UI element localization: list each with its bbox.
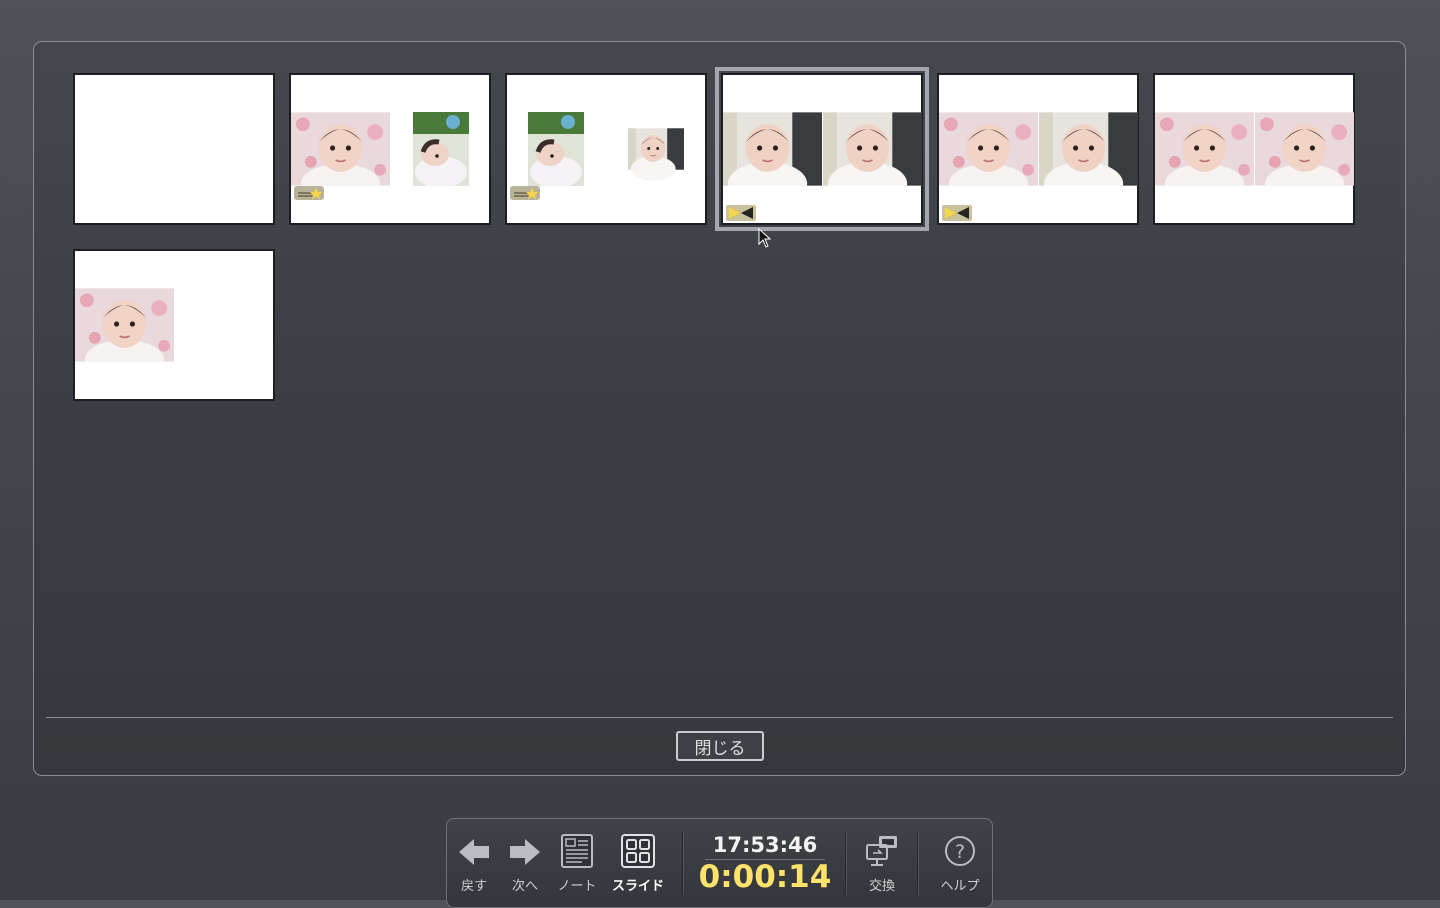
toolbar-separator — [845, 831, 847, 895]
help-button[interactable]: ? ヘルプ — [940, 836, 980, 894]
slide-photo — [1155, 112, 1254, 186]
slide-thumbnail-2[interactable] — [289, 73, 491, 225]
presenter-toolbar: 戻す 次へ ノート スライド 17:53:46 0:00:14 交換 ? ヘルプ — [446, 818, 993, 908]
slide-button[interactable]: スライド — [612, 834, 664, 894]
slide-photo — [1255, 112, 1354, 186]
swap-label: 交換 — [868, 879, 896, 894]
slide-photo — [75, 288, 174, 362]
elapsed-timer[interactable]: 0:00:14 — [697, 859, 833, 895]
swap-display-button[interactable]: 交換 — [865, 836, 899, 894]
toolbar-separator — [682, 831, 684, 895]
arrow-left-icon — [459, 839, 489, 865]
svg-text:?: ? — [955, 841, 965, 863]
ticket-star-icon — [510, 186, 540, 200]
ticket-star-icon — [294, 186, 324, 200]
slide-thumbnail-7[interactable] — [73, 249, 275, 401]
transition-icon — [726, 205, 756, 221]
swap-display-icon — [866, 836, 897, 866]
mouse-cursor-icon — [758, 228, 772, 248]
back-label: 戻す — [460, 879, 488, 894]
slide-thumbnail-3[interactable] — [505, 73, 707, 225]
slide-photo — [528, 112, 584, 186]
help-icon: ? — [945, 836, 975, 866]
next-button[interactable]: 次へ — [508, 837, 542, 894]
toolbar-separator — [917, 831, 919, 895]
arrow-right-icon — [510, 839, 540, 865]
close-button[interactable]: 閉じる — [676, 731, 764, 761]
slide-photo — [723, 112, 822, 186]
note-icon — [561, 834, 593, 868]
back-button[interactable]: 戻す — [457, 837, 491, 894]
slide-grid-icon — [621, 834, 655, 868]
slide-thumbnail-5[interactable] — [937, 73, 1139, 225]
note-label: ノート — [557, 879, 597, 894]
current-time: 17:53:46 — [712, 833, 818, 857]
slide-thumbnail-4[interactable] — [715, 67, 929, 231]
slide-label: スライド — [611, 879, 665, 894]
slide-photo — [1039, 112, 1138, 186]
slide-photo — [823, 112, 922, 186]
slide-photo — [628, 112, 684, 186]
panel-divider — [46, 717, 1393, 718]
note-button[interactable]: ノート — [557, 834, 597, 894]
slide-sorter-panel: 閉じる — [33, 41, 1406, 776]
next-label: 次へ — [511, 879, 539, 894]
slide-photo — [291, 112, 390, 186]
slide-photo — [413, 112, 469, 186]
slide-thumbnail-6[interactable] — [1153, 73, 1355, 225]
slide-photo — [939, 112, 1038, 186]
transition-icon — [942, 205, 972, 221]
slide-thumbnail-1[interactable] — [73, 73, 275, 225]
help-label: ヘルプ — [940, 879, 980, 894]
